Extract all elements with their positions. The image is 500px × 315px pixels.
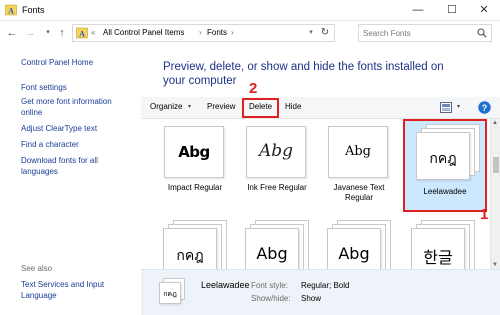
organize-chevron-icon[interactable]: ▾ bbox=[188, 103, 191, 110]
text-services-link[interactable]: Text Services and Input Language bbox=[21, 279, 121, 301]
font-page-icon: Abg bbox=[164, 126, 224, 178]
search-box[interactable] bbox=[358, 24, 492, 42]
font-page-icon: 한글 bbox=[411, 228, 465, 269]
scroll-up-arrow-icon[interactable]: ▲ bbox=[492, 120, 498, 126]
recent-locations-chevron-icon[interactable]: ▾ bbox=[42, 26, 54, 40]
close-button[interactable]: ✕ bbox=[468, 0, 500, 20]
font-sample-text: กคฎ bbox=[163, 290, 177, 298]
page-heading: Preview, delete, or show and hide the fo… bbox=[163, 61, 444, 87]
font-page-icon: กคฎ bbox=[163, 228, 217, 269]
address-dropdown-icon[interactable]: ▾ bbox=[305, 26, 317, 40]
command-bar: Organize ▾ Preview Delete Hide ▾ ? bbox=[141, 97, 500, 119]
breadcrumb-all-control-panel-items[interactable]: All Control Panel Items bbox=[103, 28, 184, 37]
font-sample-text: Abg bbox=[258, 141, 294, 161]
forward-arrow-icon[interactable]: → bbox=[24, 26, 36, 40]
font-tile-korean[interactable]: 한글 bbox=[403, 218, 483, 269]
font-page-icon: กคฎ bbox=[159, 282, 181, 304]
svg-text:A: A bbox=[8, 7, 14, 16]
fonts-folder-icon: A bbox=[5, 4, 17, 16]
font-tile-ink-free[interactable]: Abg Ink Free Regular bbox=[237, 122, 317, 212]
font-style-label: Font style: bbox=[251, 281, 288, 290]
font-tile-javanese-text[interactable]: Abg Javanese Text Regular bbox=[319, 122, 399, 212]
view-chevron-icon[interactable]: ▾ bbox=[457, 103, 460, 110]
adjust-cleartype-link[interactable]: Adjust ClearType text bbox=[21, 123, 136, 134]
selected-font-highlight-box bbox=[403, 119, 487, 212]
fonts-folder-icon: A bbox=[76, 27, 88, 39]
change-view-icon[interactable] bbox=[440, 102, 452, 113]
font-page-icon: Abg bbox=[327, 228, 381, 269]
font-grid: Abg Impact Regular Abg Ink Free Regular … bbox=[141, 119, 500, 269]
preview-button[interactable]: Preview bbox=[207, 102, 235, 111]
font-page-icon: Abg bbox=[245, 228, 299, 269]
font-page-icon: Abg bbox=[246, 126, 306, 178]
font-sample-text: Abg bbox=[338, 244, 370, 263]
font-style-value: Regular; Bold bbox=[301, 281, 350, 290]
font-page-icon: Abg bbox=[328, 126, 388, 178]
breadcrumb-separator-icon[interactable]: › bbox=[199, 28, 202, 37]
up-arrow-icon[interactable]: ↑ bbox=[56, 26, 68, 40]
left-navigation-pane: Control Panel Home Font settings Get mor… bbox=[0, 46, 140, 315]
font-sample-text: Abg bbox=[256, 244, 288, 263]
font-settings-link[interactable]: Font settings bbox=[21, 82, 136, 93]
show-hide-value: Show bbox=[301, 294, 322, 303]
download-fonts-link[interactable]: Download fonts for all languages bbox=[21, 155, 121, 177]
search-input[interactable] bbox=[363, 26, 473, 40]
font-tile-thai[interactable]: กคฎ bbox=[155, 218, 235, 269]
step-1-annotation: 1 bbox=[480, 206, 489, 223]
maximize-button[interactable]: ☐ bbox=[436, 0, 468, 20]
font-sample-text: Abg bbox=[344, 144, 372, 159]
font-sample-text: กคฎ bbox=[176, 248, 204, 264]
see-also-heading: See also bbox=[21, 264, 53, 273]
selected-font-thumbnail: กคฎ bbox=[157, 278, 185, 306]
font-tile-abg-1[interactable]: Abg bbox=[237, 218, 317, 269]
main-pane: Preview, delete, or show and hide the fo… bbox=[141, 46, 500, 315]
search-icon[interactable] bbox=[477, 28, 487, 38]
svg-text:A: A bbox=[79, 30, 85, 39]
help-icon[interactable]: ? bbox=[478, 101, 491, 114]
scroll-down-arrow-icon[interactable]: ▼ bbox=[492, 262, 498, 268]
breadcrumb-separator-icon[interactable]: › bbox=[231, 28, 234, 37]
font-tile-abg-2[interactable]: Abg bbox=[319, 218, 399, 269]
get-more-font-information-link[interactable]: Get more font information online bbox=[21, 96, 131, 118]
navigation-bar: ← → ▾ ↑ A « All Control Panel Items › Fo… bbox=[0, 21, 500, 45]
delete-button[interactable]: Delete bbox=[249, 102, 272, 111]
find-a-character-link[interactable]: Find a character bbox=[21, 139, 136, 150]
font-sample-text: Abg bbox=[178, 143, 210, 161]
back-arrow-icon[interactable]: ← bbox=[6, 26, 18, 40]
refresh-icon[interactable]: ↻ bbox=[318, 26, 332, 40]
font-tile-impact[interactable]: Abg Impact Regular bbox=[155, 122, 235, 212]
step-2-annotation: 2 bbox=[249, 80, 258, 97]
breadcrumb-overflow-icon[interactable]: « bbox=[91, 28, 95, 37]
font-name-label: Ink Free Regular bbox=[247, 183, 307, 192]
show-hide-label: Show/hide: bbox=[251, 294, 291, 303]
hide-button[interactable]: Hide bbox=[285, 102, 301, 111]
font-sample-text: 한글 bbox=[423, 248, 453, 267]
details-pane: กคฎ Leelawadee Font style: Regular; Bold… bbox=[141, 269, 500, 315]
font-name-label: Javanese Text Regular bbox=[333, 183, 385, 202]
selected-font-name: Leelawadee bbox=[201, 280, 250, 290]
vertical-scrollbar[interactable]: ▲ ▼ bbox=[490, 119, 500, 269]
address-bar[interactable]: A « All Control Panel Items › Fonts › ▾ … bbox=[72, 24, 335, 42]
window-title: Fonts bbox=[22, 5, 45, 15]
help-glyph: ? bbox=[482, 103, 488, 113]
title-bar: A Fonts — ☐ ✕ bbox=[0, 0, 500, 21]
organize-button[interactable]: Organize bbox=[150, 102, 182, 111]
breadcrumb-fonts[interactable]: Fonts bbox=[207, 28, 227, 37]
control-panel-home-link[interactable]: Control Panel Home bbox=[21, 57, 136, 68]
minimize-button[interactable]: — bbox=[402, 0, 434, 20]
scrollbar-thumb[interactable] bbox=[493, 157, 499, 173]
font-name-label: Impact Regular bbox=[167, 183, 223, 192]
